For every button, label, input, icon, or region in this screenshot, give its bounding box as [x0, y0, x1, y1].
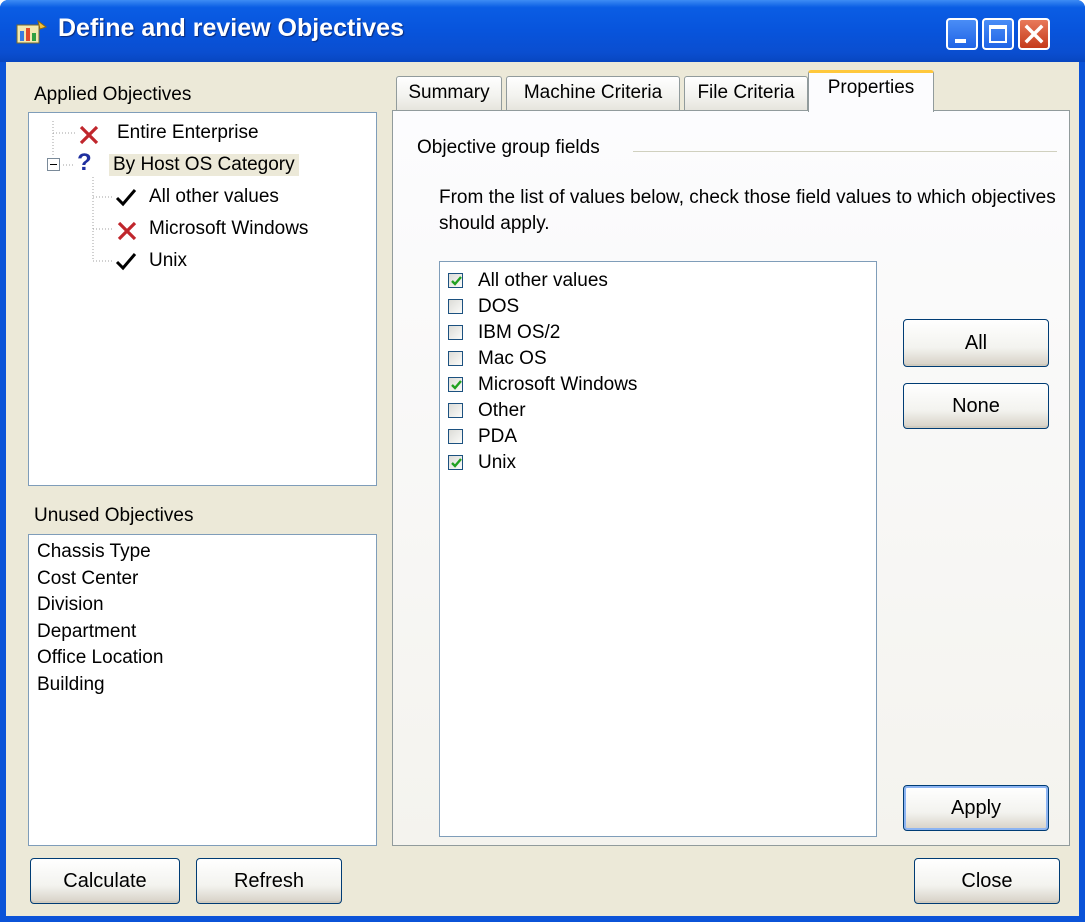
group-divider — [633, 151, 1057, 152]
close-button[interactable]: Close — [914, 858, 1060, 904]
window-title: Define and review Objectives — [58, 14, 404, 42]
check-icon — [115, 251, 137, 279]
properties-tab-page: Objective group fields From the list of … — [392, 110, 1070, 846]
apply-button[interactable]: Apply — [903, 785, 1049, 831]
red-x-icon — [115, 219, 139, 249]
collapse-toggle[interactable] — [47, 158, 60, 171]
unused-objectives-list[interactable]: Chassis Type Cost Center Division Depart… — [28, 534, 377, 846]
instructions-text: From the list of values below, check tho… — [439, 187, 1056, 234]
list-item[interactable]: Building — [29, 672, 376, 699]
maximize-button[interactable] — [982, 18, 1014, 50]
unused-objectives-label: Unused Objectives — [34, 505, 194, 526]
checkbox-unchecked[interactable] — [448, 403, 463, 418]
checklist-item-label: Mac OS — [478, 348, 547, 369]
tab-properties[interactable]: Properties — [808, 70, 934, 112]
checklist-item-dos[interactable]: DOS — [440, 294, 876, 320]
dialog-window: Define and review Objectives Applied Obj… — [0, 0, 1085, 922]
checkbox-unchecked[interactable] — [448, 299, 463, 314]
list-item[interactable]: Office Location — [29, 645, 376, 672]
list-item[interactable]: Chassis Type — [29, 539, 376, 566]
checkbox-checked[interactable] — [448, 377, 463, 392]
select-none-button[interactable]: None — [903, 383, 1049, 429]
checklist-item-mac-os[interactable]: Mac OS — [440, 346, 876, 372]
checklist-item-microsoft-windows[interactable]: Microsoft Windows — [440, 372, 876, 398]
checklist-item-label: Other — [478, 400, 526, 421]
calculate-button[interactable]: Calculate — [30, 858, 180, 904]
checklist-item-all-other-values[interactable]: All other values — [440, 268, 876, 294]
checklist-item-unix[interactable]: Unix — [440, 450, 876, 476]
select-all-button[interactable]: All — [903, 319, 1049, 367]
list-item[interactable]: Division — [29, 592, 376, 619]
checkbox-unchecked[interactable] — [448, 325, 463, 340]
checklist-item-label: Unix — [478, 452, 517, 473]
checklist-item-pda[interactable]: PDA — [440, 424, 876, 450]
checklist-item-label: Microsoft Windows — [478, 374, 638, 395]
app-icon — [16, 19, 48, 45]
question-icon: ? — [77, 149, 92, 176]
checklist-item-ibm-os2[interactable]: IBM OS/2 — [440, 320, 876, 346]
checkbox-checked[interactable] — [448, 455, 463, 470]
checklist-item-label: PDA — [478, 426, 518, 447]
checklist-item-other[interactable]: Other — [440, 398, 876, 424]
checklist-item-label: IBM OS/2 — [478, 322, 561, 343]
applied-objectives-label: Applied Objectives — [34, 84, 192, 105]
close-window-button[interactable] — [1018, 18, 1050, 50]
check-icon — [115, 187, 137, 215]
applied-objectives-tree[interactable]: Entire Enterprise ? By Host OS Category … — [28, 112, 377, 486]
minimize-button[interactable] — [946, 18, 978, 50]
tree-item-label: Unix — [149, 250, 188, 271]
checklist-item-label: DOS — [478, 296, 520, 317]
tree-item-label: Entire Enterprise — [117, 122, 259, 143]
maximize-icon — [989, 25, 1007, 43]
tab-file-criteria[interactable]: File Criteria — [684, 76, 808, 110]
tree-item-label: All other values — [149, 186, 279, 207]
close-icon — [1020, 20, 1048, 48]
title-bar[interactable]: Define and review Objectives — [0, 0, 1085, 62]
field-values-checklist[interactable]: All other values DOS IBM OS/2 Mac OS Mic… — [439, 261, 877, 837]
group-title: Objective group fields — [417, 137, 600, 158]
list-item[interactable]: Cost Center — [29, 566, 376, 593]
checkbox-checked[interactable] — [448, 273, 463, 288]
checkbox-unchecked[interactable] — [448, 351, 463, 366]
tab-summary[interactable]: Summary — [396, 76, 502, 110]
tab-machine-criteria[interactable]: Machine Criteria — [506, 76, 680, 110]
minimize-icon — [955, 39, 966, 43]
minus-icon — [50, 164, 57, 165]
tree-item-label: Microsoft Windows — [149, 218, 309, 239]
list-item[interactable]: Department — [29, 619, 376, 646]
checkbox-unchecked[interactable] — [448, 429, 463, 444]
dialog-client-area: Applied Objectives Entire Enterprise ? B… — [6, 62, 1079, 916]
refresh-button[interactable]: Refresh — [196, 858, 342, 904]
tab-control: Summary Machine Criteria File Criteria P… — [392, 70, 1070, 846]
tree-item-label: By Host OS Category — [109, 154, 299, 176]
checklist-item-label: All other values — [478, 270, 608, 291]
